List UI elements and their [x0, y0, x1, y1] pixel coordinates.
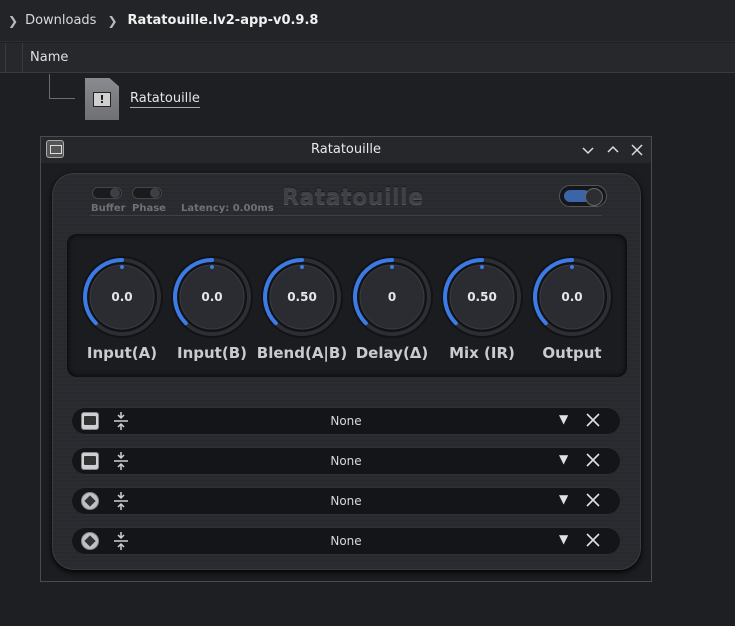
maximize-icon[interactable] [603, 140, 623, 160]
clear-icon[interactable] [585, 529, 601, 555]
dropdown-arrow-icon[interactable]: ▼ [559, 532, 568, 546]
knob-label: Input(B) [177, 344, 247, 362]
breadcrumb: ❯ Downloads ❯ Ratatouille.lv2-app-v0.9.8 [0, 0, 735, 42]
dropdown-arrow-icon[interactable]: ▼ [559, 452, 568, 466]
knob-value: 0.50 [467, 290, 497, 304]
window-titlebar[interactable]: Ratatouille [41, 137, 651, 163]
file-selector[interactable]: None [71, 454, 621, 468]
divider [90, 215, 602, 216]
breadcrumb-current[interactable]: Ratatouille.lv2-app-v0.9.8 [128, 13, 319, 28]
knob-panel: 0.0 Input(A) 0.0 Input(B) 0.50 Blend(A|B) 0 Del… [67, 234, 627, 377]
breadcrumb-downloads[interactable]: Downloads [25, 13, 96, 28]
power-toggle[interactable] [559, 185, 607, 207]
clear-icon[interactable] [585, 449, 601, 475]
knob-value: 0 [387, 290, 397, 304]
file-slot: None ▼ [71, 407, 621, 435]
column-header: Name [0, 43, 735, 73]
file-name[interactable]: Ratatouille [130, 91, 200, 108]
buffer-label: Buffer [91, 203, 126, 214]
dropdown-arrow-icon[interactable]: ▼ [559, 412, 568, 426]
file-selector[interactable]: None [71, 534, 621, 548]
column-name[interactable]: Name [30, 50, 68, 65]
file-selector[interactable]: None [71, 494, 621, 508]
dropdown-arrow-icon[interactable]: ▼ [559, 492, 568, 506]
file-slot: None ▼ [71, 487, 621, 515]
knob-value: 0.0 [561, 290, 583, 304]
clear-icon[interactable] [585, 409, 601, 435]
latency-label: Latency: 0.00ms [181, 203, 274, 214]
plugin-logo: Ratatouille [282, 185, 424, 210]
knob-value: 0.0 [201, 290, 223, 304]
plugin-panel: Buffer Phase Latency: 0.00ms Ratatouille… [52, 173, 641, 570]
plugin-window: Ratatouille Buffer Phase Latency: 0.00ms… [40, 136, 652, 582]
file-slot: None ▼ [71, 527, 621, 555]
clear-icon[interactable] [585, 489, 601, 515]
file-selector[interactable]: None [71, 414, 621, 428]
knob-value: 0.50 [287, 290, 317, 304]
knob-1[interactable]: 0.0 [79, 254, 165, 340]
buffer-toggle[interactable] [92, 187, 122, 199]
close-icon[interactable] [627, 140, 647, 160]
file-slot: None ▼ [71, 447, 621, 475]
knob-2[interactable]: 0.0 [169, 254, 255, 340]
minimize-icon[interactable] [578, 140, 598, 160]
knob-5[interactable]: 0.50 [439, 254, 525, 340]
knob-6[interactable]: 0.0 [529, 254, 615, 340]
warning-icon: ! [93, 92, 111, 107]
knob-value: 0.0 [111, 290, 133, 304]
knob-label: Blend(A|B) [256, 344, 348, 362]
chevron-right-icon: ❯ [107, 13, 118, 28]
knob-3[interactable]: 0.50 [259, 254, 345, 340]
knob-label: Delay(Δ) [355, 344, 429, 362]
window-title: Ratatouille [311, 142, 381, 157]
knob-4[interactable]: 0 [349, 254, 435, 340]
tree-connector [49, 74, 75, 99]
phase-label: Phase [132, 203, 166, 214]
executable-file-icon[interactable]: ! [85, 78, 119, 120]
phase-toggle[interactable] [132, 187, 162, 199]
knob-label: Output [542, 344, 602, 362]
knob-label: Mix (IR) [449, 344, 515, 362]
knob-label: Input(A) [86, 344, 158, 362]
column-divider [5, 43, 23, 73]
chevron-right-icon[interactable]: ❯ [8, 14, 18, 28]
